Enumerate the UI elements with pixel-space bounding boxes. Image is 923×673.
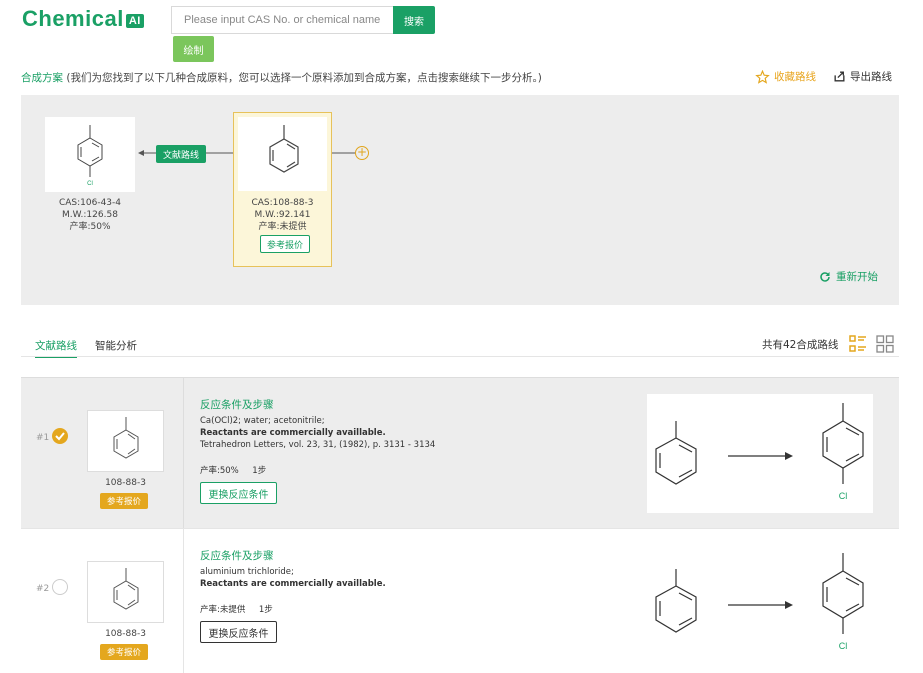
target-cas: CAS:106-43-4	[58, 198, 122, 208]
selected-yield: 产率:未提供	[258, 222, 307, 232]
star-icon	[755, 69, 770, 84]
route-left-panel: #1 108-88-3 参考报价	[21, 378, 184, 528]
list-view-icon[interactable]	[849, 335, 867, 353]
yield-value: 产率:未提供	[200, 605, 246, 615]
logo-text: Chemical	[22, 6, 124, 31]
change-conditions-button[interactable]: 更换反应条件	[200, 482, 277, 504]
reference-text: Tetrahedron Letters, vol. 23, 31, (1982)…	[200, 440, 436, 450]
svg-text:Cl: Cl	[87, 181, 93, 187]
favorite-route-label: 收藏路线	[774, 71, 816, 83]
target-yield: 产率:50%	[69, 222, 111, 232]
draw-button[interactable]: 绘制	[173, 36, 214, 62]
selected-mw: M.W.:92.141	[254, 210, 311, 220]
search-button[interactable]: 搜索	[393, 6, 435, 34]
reference-quote-button[interactable]: 参考报价	[100, 493, 148, 509]
search-input[interactable]	[171, 6, 393, 34]
conditions-title: 反应条件及步骤	[200, 550, 274, 562]
selected-molecule-info: CAS:108-88-3 M.W.:92.141 产率:未提供	[234, 197, 331, 233]
export-route-label: 导出路线	[850, 71, 892, 83]
route-count: 共有42合成路线	[762, 339, 839, 351]
route-radio-selected[interactable]	[52, 428, 68, 444]
reagents-text: Ca(OCl)2; water; acetonitrile;	[200, 416, 325, 426]
synthesis-plan-title: 合成方案	[21, 72, 63, 84]
check-icon	[55, 432, 65, 441]
toluene-structure	[113, 417, 139, 459]
route-radio-unselected[interactable]	[52, 579, 68, 595]
reaction-scheme: Cl	[647, 394, 873, 513]
export-icon	[834, 71, 845, 82]
chemical-ai-logo[interactable]: Chemical AI	[22, 6, 144, 32]
reaction-scheme: Cl	[647, 545, 873, 664]
starting-material-cas: 108-88-3	[105, 478, 146, 488]
availability-text: Reactants are commercially availlable.	[200, 428, 386, 438]
reference-quote-button[interactable]: 参考报价	[100, 644, 148, 660]
p-chlorotoluene-structure: Cl	[77, 125, 103, 187]
synthesis-plan-header: 合成方案 (我们为您找到了以下几种合成原料，您可以选择一个原料添加到合成方案，点…	[21, 70, 542, 85]
literature-route-tag[interactable]: 文献路线	[156, 145, 206, 163]
grid-view-icon[interactable]	[876, 335, 894, 353]
reagents-text: aluminium trichloride;	[200, 567, 294, 577]
logo-badge: AI	[125, 13, 144, 28]
connector-line	[332, 152, 356, 154]
reference-quote-button[interactable]: 参考报价	[260, 235, 310, 253]
reaction-diagram: Cl	[655, 403, 864, 501]
step-count: 1步	[258, 605, 273, 615]
route-left-panel: #2 108-88-3 参考报价	[21, 529, 184, 673]
route-item[interactable]: #2 108-88-3 参考报价 反应条件及步骤 aluminium trich…	[21, 528, 899, 673]
tab-literature-route[interactable]: 文献路线	[35, 338, 77, 358]
route-item[interactable]: #1 108-88-3 参考报价 反应条件及步骤 Ca(OCl)2; water…	[21, 377, 899, 528]
favorite-route-button[interactable]: 收藏路线	[755, 69, 816, 84]
route-conditions-panel: 反应条件及步骤 Ca(OCl)2; water; acetonitrile; R…	[184, 378, 899, 528]
change-conditions-button[interactable]: 更换反应条件	[200, 621, 277, 643]
restart-button[interactable]: 重新开始	[819, 269, 878, 284]
target-molecule-card[interactable]: Cl	[45, 117, 135, 192]
yield-steps: 产率:未提供 1步	[200, 603, 273, 615]
availability-text: Reactants are commercially availlable.	[200, 579, 386, 589]
chlorine-label: Cl	[839, 491, 848, 501]
conditions-title: 反应条件及步骤	[200, 399, 274, 411]
synthesis-plan-description: (我们为您找到了以下几种合成原料，您可以选择一个原料添加到合成方案，点击搜索继续…	[66, 72, 542, 84]
selected-molecule-card[interactable]: CAS:108-88-3 M.W.:92.141 产率:未提供 参考报价	[233, 112, 332, 267]
tab-smart-analysis[interactable]: 智能分析	[95, 338, 137, 353]
starting-material-cas: 108-88-3	[105, 629, 146, 639]
target-molecule-info: CAS:106-43-4 M.W.:126.58 产率:50%	[45, 197, 135, 233]
yield-steps: 产率:50% 1步	[200, 464, 266, 476]
toluene-structure	[269, 125, 299, 173]
restart-label: 重新开始	[836, 271, 878, 283]
target-mw: M.W.:126.58	[62, 210, 118, 220]
synthesis-canvas: Cl CAS:106-43-4 M.W.:126.58 产率:50% 文献路线	[21, 95, 899, 305]
refresh-icon	[820, 271, 830, 282]
starting-material-thumbnail[interactable]	[87, 561, 164, 623]
route-conditions-panel: 反应条件及步骤 aluminium trichloride; Reactants…	[184, 529, 899, 673]
tab-divider	[21, 356, 899, 357]
step-count: 1步	[252, 466, 267, 476]
toluene-structure	[113, 568, 139, 610]
export-route-button[interactable]: 导出路线	[833, 69, 892, 84]
add-precursor-button[interactable]: +	[355, 146, 369, 160]
reaction-diagram: Cl	[655, 553, 864, 651]
route-number: #1	[36, 433, 50, 443]
yield-value: 产率:50%	[200, 466, 239, 476]
route-number: #2	[36, 584, 50, 594]
starting-material-thumbnail[interactable]	[87, 410, 164, 472]
selected-cas: CAS:108-88-3	[251, 198, 314, 208]
chlorine-label: Cl	[839, 641, 848, 651]
